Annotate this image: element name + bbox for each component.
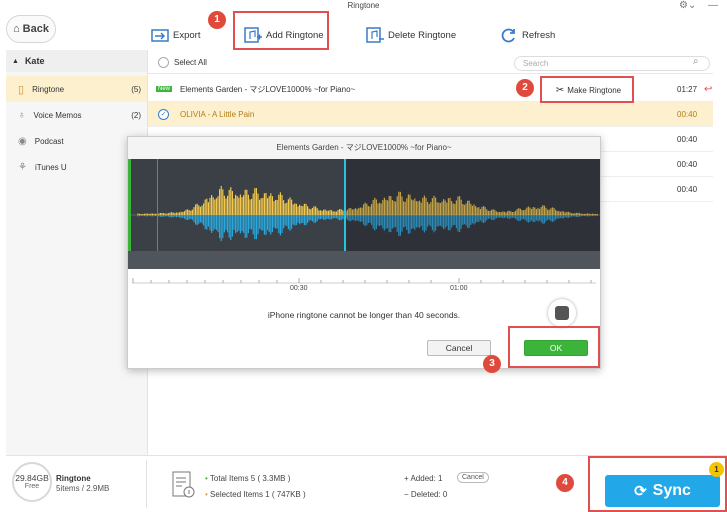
time-ruler: 00:30 01:00 [128, 269, 600, 293]
row-duration: 01:27 [677, 84, 698, 94]
dialog-title: Elements Garden - マジLOVE1000% ~for Piano… [128, 137, 600, 159]
row-checkbox[interactable]: ✓ [158, 108, 169, 120]
ok-highlight [508, 326, 600, 368]
sidebar-item-podcast[interactable]: ◉ Podcast [6, 128, 147, 154]
total-items: • Total Items 5 ( 3.3MB ) [205, 474, 290, 483]
sync-icon: ⟳ [634, 483, 647, 500]
ruler-ticks [132, 278, 596, 284]
total-items-text: Total Items 5 ( 3.3MB ) [209, 474, 291, 483]
storage-gauge: 29.84GB Free [12, 462, 52, 502]
podcast-icon: ◉ [18, 135, 27, 147]
search-input[interactable]: Search [514, 56, 710, 71]
selected-items-text: Selected Items 1 ( 747KB ) [210, 490, 306, 499]
sync-button[interactable]: ⟳ Sync [605, 475, 720, 507]
sidebar-item-label: iTunes U [34, 162, 67, 172]
sidebar-item-label: Ringtone [32, 84, 65, 94]
sidebar-item-voice-memos[interactable]: ♁ Voice Memos (2) [6, 102, 147, 128]
itunes-u-icon: ⚘ [18, 161, 27, 173]
table-row[interactable]: ✓ OLIVIA - A Little Pain 00:40 [148, 102, 713, 127]
row-duration: 00:40 [677, 109, 698, 119]
info-document-icon [172, 471, 195, 498]
tick-label-0030: 00:30 [290, 285, 308, 292]
deleted-count: − Deleted: 0 [404, 490, 448, 499]
cancel-added-button[interactable]: Cancel [457, 472, 489, 483]
sidebar-item-ringtone[interactable]: ▯ Ringtone (5) [6, 76, 147, 102]
row-duration: 00:40 [677, 159, 698, 169]
row-title: OLIVIA - A Little Pain [180, 109, 255, 119]
back-label: Back [22, 23, 49, 35]
category-name: Ringtone [56, 474, 91, 483]
duration-warning: iPhone ringtone cannot be longer than 40… [267, 310, 461, 320]
step-badge-2: 2 [516, 79, 534, 97]
storage-free-label: Free [24, 483, 40, 490]
footer-divider [146, 460, 147, 508]
settings-icon[interactable]: ⚙⌄ [679, 0, 696, 11]
make-ringtone-highlight [540, 76, 634, 103]
sidebar-item-count: (5) [131, 84, 141, 94]
search-icon: ⌕ [693, 56, 699, 67]
microphone-icon: ♁ [18, 109, 26, 121]
waveform-editor[interactable] [128, 159, 600, 269]
tick-label-0100: 01:00 [450, 285, 468, 292]
row-duration: 00:40 [677, 134, 698, 144]
select-all-checkbox[interactable] [158, 57, 169, 68]
device-name: Kate [24, 56, 45, 66]
delete-ringtone-label: Delete Ringtone [388, 29, 457, 41]
sidebar-item-label: Podcast [34, 136, 64, 146]
row-duration: 00:40 [677, 184, 698, 194]
add-ringtone-highlight [233, 11, 329, 50]
category-summary: 5items / 2.9MB [56, 484, 110, 493]
export-icon [151, 29, 169, 42]
select-all-label: Select All [174, 58, 207, 67]
home-icon: ⌂ [13, 23, 20, 35]
sidebar-item-itunes-u[interactable]: ⚘ iTunes U [6, 154, 147, 180]
step-badge-3: 3 [483, 355, 501, 373]
export-button[interactable]: Export [151, 20, 200, 50]
sync-label: Sync [652, 482, 691, 499]
added-count: + Added: 1 [404, 474, 443, 483]
delete-ringtone-button[interactable]: Delete Ringtone [366, 20, 456, 50]
sidebar-item-label: Voice Memos [33, 110, 82, 120]
sync-count-badge: 1 [709, 462, 724, 477]
sidebar-item-count: (2) [131, 110, 141, 120]
row-title: Elements Garden - マジLOVE1000% ~for Piano… [180, 84, 356, 94]
step-badge-1: 1 [208, 11, 226, 29]
collapse-triangle-icon: ▲ [12, 57, 19, 65]
back-button[interactable]: ⌂ Back [6, 15, 56, 43]
window-title: Ringtone [347, 1, 380, 10]
timeline-track [128, 251, 600, 269]
ringtone-icon: ▯ [18, 83, 25, 96]
refresh-button[interactable]: Refresh [500, 20, 555, 50]
device-header[interactable]: ▲ Kate [6, 50, 147, 72]
refresh-icon [501, 28, 515, 43]
step-badge-4: 4 [556, 474, 574, 492]
export-label: Export [173, 29, 201, 41]
new-badge: New [156, 86, 173, 92]
cancel-button[interactable]: Cancel [427, 340, 491, 356]
storage-free-value: 29.84GB [15, 473, 49, 483]
refresh-label: Refresh [522, 29, 556, 41]
undo-icon[interactable]: ↩ [704, 84, 712, 95]
selected-items: • Selected Items 1 ( 747KB ) [205, 490, 306, 499]
minimize-icon[interactable]: — [708, 0, 718, 11]
delete-ringtone-icon [366, 27, 384, 43]
